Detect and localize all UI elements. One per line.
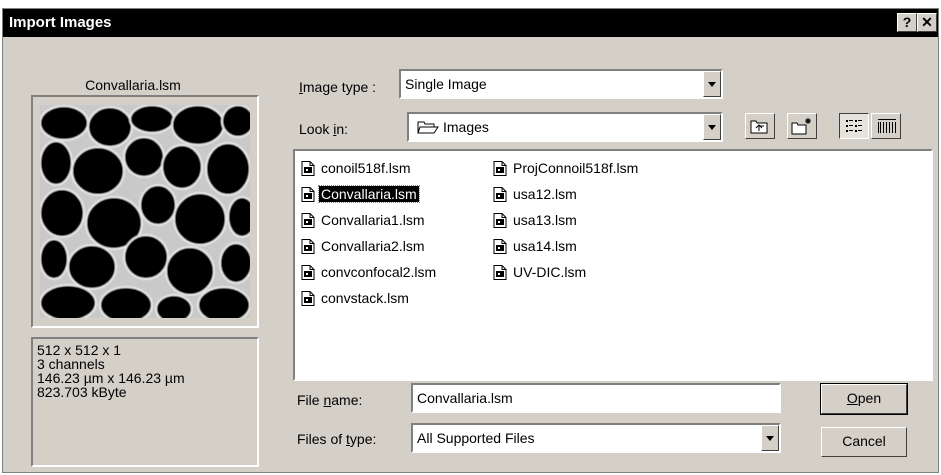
up-folder-button[interactable] [745, 113, 775, 139]
file-list-item[interactable]: ProjConnoil518f.lsm [493, 157, 640, 179]
file-list-item[interactable]: Convallaria.lsm [301, 183, 420, 205]
files-of-type-label: Files of type: [297, 431, 377, 447]
lsm-file-icon [301, 265, 315, 280]
preview-filename: Convallaria.lsm [85, 77, 181, 93]
file-list-item-label: convconfocal2.lsm [321, 264, 437, 280]
file-list-item-label: Convallaria1.lsm [321, 212, 425, 228]
file-list-item-label: usa12.lsm [513, 186, 577, 202]
file-list-item[interactable]: convstack.lsm [301, 287, 411, 309]
image-info-box: 512 x 512 x 1 3 channels 146.23 µm x 146… [31, 337, 259, 467]
lsm-file-icon [301, 291, 315, 306]
file-list-item-label: usa13.lsm [513, 212, 577, 228]
lsm-file-icon [493, 239, 507, 254]
new-folder-button[interactable] [787, 113, 817, 139]
file-name-value: Convallaria.lsm [417, 390, 513, 406]
image-type-dropdown-button[interactable] [703, 71, 721, 97]
folder-open-icon [417, 121, 439, 134]
title-bar[interactable]: Import Images ? ✕ [3, 9, 938, 37]
lsm-file-icon [301, 187, 315, 202]
lsm-file-icon [493, 187, 507, 202]
file-list-item[interactable]: usa13.lsm [493, 209, 579, 231]
image-info-text: 512 x 512 x 1 3 channels 146.23 µm x 146… [33, 339, 189, 403]
dialog-title: Import Images [9, 14, 112, 31]
look-in-value: Images [443, 119, 489, 135]
image-type-value: Single Image [405, 76, 487, 92]
cancel-button[interactable]: Cancel [821, 427, 907, 457]
new-folder-icon [791, 118, 811, 135]
file-list-item-label: Convallaria2.lsm [321, 238, 425, 254]
file-name-input[interactable]: Convallaria.lsm [411, 383, 781, 413]
lsm-file-icon [493, 161, 507, 176]
list-view-icon [846, 120, 862, 132]
files-of-type-select[interactable]: All Supported Files [411, 423, 781, 453]
file-list-item[interactable]: usa14.lsm [493, 235, 579, 257]
chevron-down-icon [766, 436, 774, 441]
lsm-file-icon [301, 213, 315, 228]
files-of-type-dropdown-button[interactable] [761, 425, 779, 451]
files-of-type-value: All Supported Files [417, 430, 535, 446]
file-list[interactable]: conoil518f.lsm Convallaria.lsm Convallaria… [293, 149, 933, 381]
help-button[interactable]: ? [897, 13, 917, 32]
file-list-item[interactable]: UV-DIC.lsm [493, 261, 588, 283]
image-type-label: Image type : [299, 79, 377, 95]
lsm-file-icon [493, 213, 507, 228]
list-view-button[interactable] [839, 113, 869, 139]
preview-frame [31, 95, 259, 328]
look-in-label: Look in: [299, 121, 349, 137]
file-list-item[interactable]: Convallaria2.lsm [301, 235, 426, 257]
preview-image [40, 105, 250, 318]
info-filesize: 823.703 kByte [37, 384, 127, 400]
file-list-item-label: usa14.lsm [513, 238, 577, 254]
file-list-item-label: conoil518f.lsm [321, 160, 411, 176]
look-in-select[interactable]: Images [407, 112, 723, 142]
lsm-file-icon [301, 161, 315, 176]
details-view-button[interactable] [871, 113, 901, 139]
lsm-file-icon [301, 239, 315, 254]
look-in-dropdown-button[interactable] [703, 114, 721, 140]
file-list-item-label: ProjConnoil518f.lsm [513, 160, 639, 176]
info-dimensions: 512 x 512 x 1 [37, 342, 122, 358]
file-list-item[interactable]: convconfocal2.lsm [301, 261, 438, 283]
file-list-item-label: UV-DIC.lsm [513, 264, 587, 280]
details-view-icon [878, 119, 896, 133]
open-button[interactable]: Open [820, 383, 908, 415]
info-channels: 3 channels [37, 356, 105, 372]
chevron-down-icon [708, 125, 716, 130]
file-list-item[interactable]: Convallaria1.lsm [301, 209, 426, 231]
file-list-item[interactable]: usa12.lsm [493, 183, 579, 205]
lsm-file-icon [493, 265, 507, 280]
file-list-item-label: convstack.lsm [321, 290, 409, 306]
close-button[interactable]: ✕ [917, 13, 937, 32]
import-images-dialog: Import Images ? ✕ Convallaria.lsm 512 x … [2, 8, 939, 473]
file-list-item-label: Convallaria.lsm [318, 185, 420, 203]
info-size-um: 146.23 µm x 146.23 µm [37, 370, 185, 386]
chevron-down-icon [708, 82, 716, 87]
file-name-label: File name: [297, 392, 363, 408]
image-type-select[interactable]: Single Image [399, 69, 723, 99]
file-list-item[interactable]: conoil518f.lsm [301, 157, 413, 179]
up-folder-icon [750, 120, 768, 134]
